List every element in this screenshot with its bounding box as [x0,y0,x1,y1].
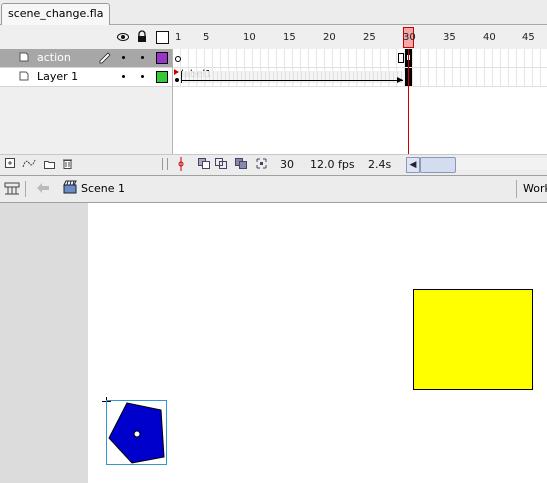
visibility-dot[interactable] [122,75,125,78]
frame-rate-readout[interactable]: 12.0 fps [310,158,355,171]
timeline-header: 1 5 10 15 20 25 30 35 40 45 [0,25,547,50]
stage-canvas[interactable] [88,203,547,483]
eye-icon[interactable] [117,31,129,43]
ruler-label: 40 [483,32,496,43]
timeline-toggle-icon[interactable] [4,181,20,195]
layer-outline-color[interactable] [156,52,168,64]
ruler-label: 10 [243,32,256,43]
ruler-label: 15 [283,32,296,43]
layer-outline-color[interactable] [156,71,168,83]
timeline-panel: 1 5 10 15 20 25 30 35 40 45 label1 [0,25,547,174]
edit-multiple-frames-icon[interactable] [235,158,247,169]
separator [516,180,517,198]
lock-icon[interactable] [137,30,147,43]
onion-skin-outlines-icon[interactable] [215,158,227,169]
frame-label-flag [174,69,179,75]
outline-icon[interactable] [156,31,169,44]
elapsed-time-readout: 2.4s [368,158,392,171]
visibility-dot[interactable] [122,56,125,59]
horizontal-scroll-track[interactable] [456,158,547,170]
workspace-dropdown[interactable]: Work [523,182,547,195]
layer-list: action Layer 1 [0,49,173,154]
keyframe-empty [175,56,181,62]
layer-row-layer1[interactable]: Layer 1 [0,68,172,87]
edit-bar: Scene 1 Work [0,175,547,203]
frame-end-marker [398,53,404,63]
ruler-label: 1 [175,32,182,43]
tween-arrow [181,80,403,81]
layer-page-icon [19,52,29,62]
add-motion-guide-icon[interactable] [22,158,36,168]
ruler-label: 35 [443,32,456,43]
insert-layer-icon[interactable] [5,158,15,168]
stage-pasteboard [0,203,547,483]
timeline-footer: 30 12.0 fps 2.4s ◀ [0,154,547,174]
tween-span [181,71,407,83]
scene-clapper-icon [63,180,77,194]
blue-pentagon[interactable] [106,400,167,465]
current-frame-readout: 30 [280,158,294,171]
ruler-label: 25 [363,32,376,43]
layer-row-action[interactable]: action [0,49,172,68]
panel-divider[interactable] [162,158,168,170]
keyframe-filled [175,78,179,82]
pencil-icon [99,52,111,64]
frame-grid[interactable]: label1 [173,49,547,154]
layer-page-icon [19,71,29,81]
playhead-line [408,49,409,154]
lock-dot[interactable] [141,56,144,59]
ruler-label: 20 [323,32,336,43]
ruler-label: 5 [203,32,210,43]
separator [25,181,26,197]
tween-arrow-head [397,77,403,83]
layer-name: action [37,51,71,64]
insert-folder-icon[interactable] [44,159,55,169]
scene-name[interactable]: Scene 1 [81,182,125,195]
trash-icon[interactable] [63,158,72,169]
frame-row-layer1[interactable]: label1 [173,68,547,87]
document-tab-bar: scene_change.fla [0,0,547,25]
lock-dot[interactable] [141,75,144,78]
horizontal-scroll-thumb[interactable] [420,157,456,173]
frame-row-action[interactable] [173,49,547,68]
document-tab[interactable]: scene_change.fla [1,3,111,25]
scroll-left-button[interactable]: ◀ [406,157,420,173]
center-frame-icon[interactable] [178,157,184,171]
back-arrow-icon[interactable] [36,182,50,194]
modify-onion-markers-icon[interactable] [256,158,267,169]
ruler-label: 30 [403,32,416,43]
yellow-rectangle[interactable] [413,289,533,390]
ruler-label: 45 [522,32,535,43]
layer-name: Layer 1 [37,70,79,83]
onion-skin-icon[interactable] [198,158,210,169]
